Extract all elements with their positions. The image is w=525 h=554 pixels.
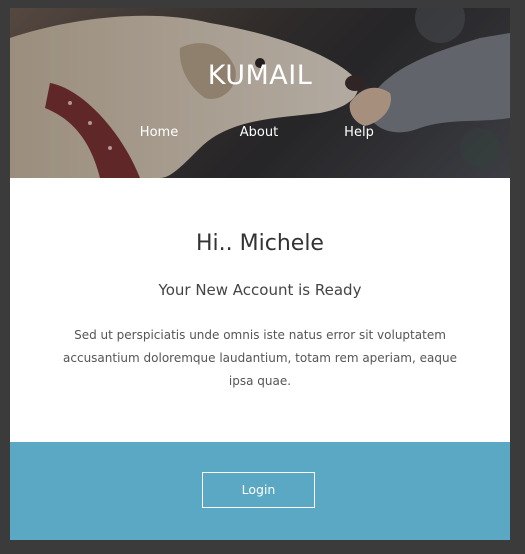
email-card: KUMAIL Home About Help Hi.. Michele Your… xyxy=(10,8,510,540)
brand-logo: KUMAIL xyxy=(207,60,313,91)
nav-home-link[interactable]: Home xyxy=(140,125,178,140)
nav-about-link[interactable]: About xyxy=(240,125,278,140)
subtitle: Your New Account is Ready xyxy=(158,281,362,299)
top-nav: Home About Help xyxy=(10,125,510,145)
greeting-heading: Hi.. Michele xyxy=(196,231,324,256)
header-hero: KUMAIL Home About Help xyxy=(10,8,510,178)
message-content: Hi.. Michele Your New Account is Ready S… xyxy=(10,178,510,442)
login-button[interactable]: Login xyxy=(202,472,315,508)
nav-help-link[interactable]: Help xyxy=(344,125,374,140)
footer-band: Login xyxy=(10,442,510,540)
body-paragraph: Sed ut perspiciatis unde omnis iste natu… xyxy=(63,328,457,388)
hero-overlay xyxy=(10,8,510,178)
